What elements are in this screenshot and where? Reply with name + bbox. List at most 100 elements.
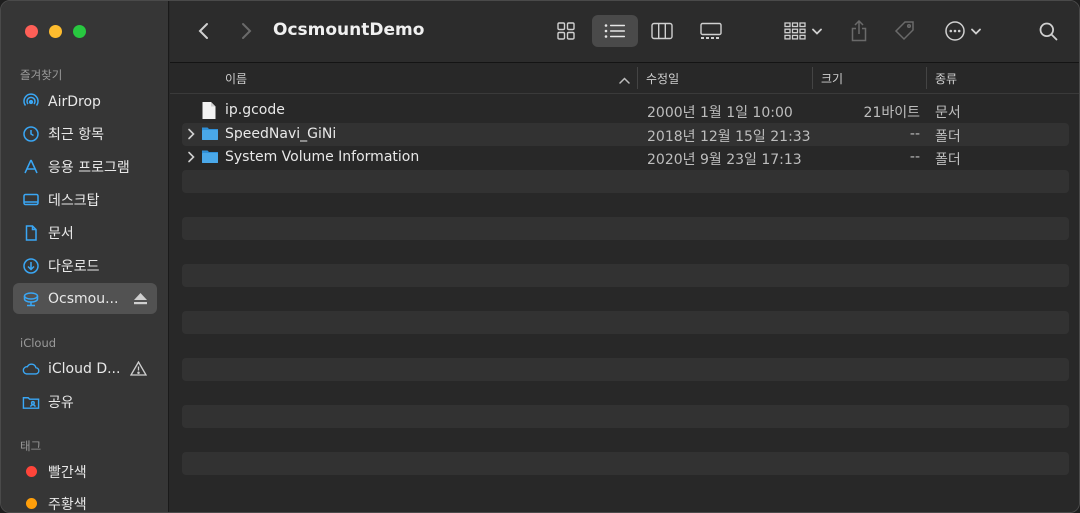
red-tag-icon	[22, 463, 40, 481]
table-row[interactable]: ip.gcode 2000년 1월 1일 10:00 21바이트 문서	[182, 99, 1069, 123]
sidebar-item-label: 주황색	[48, 496, 87, 513]
sort-ascending-icon[interactable]	[619, 73, 630, 87]
gallery-view-button[interactable]	[692, 15, 730, 47]
file-name: SpeedNavi_GiNi	[225, 125, 337, 142]
sidebar-item-shared[interactable]: 공유	[13, 386, 157, 417]
sidebar-item-tag-orange[interactable]: 주황색	[13, 488, 157, 513]
columns-icon	[651, 22, 673, 40]
minimize-button[interactable]	[49, 25, 62, 38]
sidebar-item-tag-red[interactable]: 빨간색	[13, 456, 157, 487]
sidebar-item-label: 데스크탑	[48, 192, 100, 209]
empty-row	[182, 169, 1069, 193]
sidebar-item-label: AirDrop	[48, 93, 101, 110]
column-header: 이름 수정일 크기 종류	[170, 63, 1079, 94]
sidebar-item-downloads[interactable]: 다운로드	[13, 250, 157, 281]
icon-view-button[interactable]	[547, 15, 585, 47]
column-divider[interactable]	[926, 67, 927, 89]
sidebar-item-ocsmount[interactable]: Ocsmou...	[13, 283, 157, 314]
empty-row	[182, 240, 1069, 264]
warning-icon[interactable]	[130, 361, 147, 376]
clock-icon	[22, 125, 40, 143]
file-list: ip.gcode 2000년 1월 1일 10:00 21바이트 문서 Spee…	[182, 99, 1069, 499]
search-icon	[1039, 22, 1057, 40]
empty-row	[182, 216, 1069, 240]
folder-icon	[201, 125, 219, 145]
share-icon	[851, 20, 867, 42]
empty-row	[182, 357, 1069, 381]
forward-button[interactable]	[232, 15, 260, 47]
window-controls	[25, 25, 86, 38]
close-button[interactable]	[25, 25, 38, 38]
sidebar-item-airdrop[interactable]: AirDrop	[13, 86, 157, 117]
back-button[interactable]	[190, 15, 218, 47]
ellipsis-circle-icon	[944, 21, 965, 41]
folder-icon	[201, 148, 219, 168]
empty-row	[182, 381, 1069, 405]
zoom-button[interactable]	[73, 25, 86, 38]
disclosure-chevron-icon[interactable]	[187, 151, 195, 167]
sidebar: 즐겨찾기 AirDrop 최근 항목 응용 프로그램 데스크탑 문서 다운로드 …	[1, 1, 169, 513]
tag-button[interactable]	[890, 15, 920, 47]
sidebar-item-desktop[interactable]: 데스크탑	[13, 184, 157, 215]
empty-row	[182, 193, 1069, 217]
search-button[interactable]	[1032, 15, 1064, 47]
tags-section-label: 태그	[20, 439, 42, 453]
sidebar-item-label: iCloud D...	[48, 360, 121, 377]
list-view-button[interactable]	[592, 15, 638, 47]
empty-row	[182, 334, 1069, 358]
document-icon	[22, 224, 40, 242]
column-header-kind[interactable]: 종류	[935, 70, 957, 87]
file-name: System Volume Information	[225, 149, 420, 165]
sidebar-item-label: 최근 항목	[48, 126, 104, 143]
airdrop-icon	[22, 92, 40, 111]
column-header-date[interactable]: 수정일	[646, 70, 679, 87]
main-content: OcsmountDemo 이름 수정일 크기 종류 ip.gcode 2000년…	[170, 1, 1079, 512]
column-divider[interactable]	[812, 67, 813, 89]
file-size: 21바이트	[863, 105, 920, 121]
icloud-section-label: iCloud	[20, 336, 57, 350]
empty-row	[182, 287, 1069, 311]
chevron-right-icon	[242, 23, 252, 39]
column-header-name[interactable]: 이름	[225, 70, 247, 87]
sidebar-item-documents[interactable]: 문서	[13, 217, 157, 248]
download-icon	[22, 257, 40, 275]
file-size: --	[909, 125, 920, 142]
empty-row	[182, 475, 1069, 499]
group-icon	[784, 22, 806, 40]
empty-row	[182, 451, 1069, 475]
toolbar: OcsmountDemo	[170, 1, 1079, 63]
column-view-button[interactable]	[643, 15, 681, 47]
desktop-icon	[22, 191, 40, 209]
table-row[interactable]: System Volume Information 2020년 9월 23일 1…	[182, 146, 1069, 170]
chevron-left-icon	[198, 23, 208, 39]
applications-icon	[22, 158, 40, 176]
table-row[interactable]: SpeedNavi_GiNi 2018년 12월 15일 21:33 -- 폴더	[182, 122, 1069, 146]
chevron-down-icon	[812, 28, 822, 35]
more-actions-button[interactable]	[938, 15, 986, 47]
file-size: --	[909, 149, 920, 165]
empty-row	[182, 428, 1069, 452]
empty-row	[182, 404, 1069, 428]
window-title: OcsmountDemo	[273, 20, 425, 40]
sidebar-item-label: 다운로드	[48, 258, 100, 275]
grid-icon	[557, 22, 575, 40]
disclosure-chevron-icon[interactable]	[187, 128, 195, 144]
column-header-size[interactable]: 크기	[821, 70, 843, 87]
group-by-button[interactable]	[778, 15, 828, 47]
gallery-icon	[700, 22, 722, 39]
icloud-icon	[22, 360, 40, 378]
sidebar-item-label: Ocsmou...	[48, 290, 119, 307]
sidebar-item-icloud-drive[interactable]: iCloud D...	[13, 353, 157, 384]
list-icon	[604, 24, 625, 38]
column-divider[interactable]	[637, 67, 638, 89]
file-kind: 폴더	[935, 152, 961, 168]
favorites-section-label: 즐겨찾기	[20, 68, 63, 82]
sidebar-item-label: 공유	[48, 394, 74, 411]
eject-icon[interactable]	[134, 292, 147, 305]
sidebar-item-recents[interactable]: 최근 항목	[13, 118, 157, 149]
file-kind: 문서	[935, 105, 961, 121]
share-button[interactable]	[845, 15, 873, 47]
file-date: 2000년 1월 1일 10:00	[647, 105, 793, 121]
shared-folder-icon	[22, 393, 40, 411]
sidebar-item-applications[interactable]: 응용 프로그램	[13, 151, 157, 182]
